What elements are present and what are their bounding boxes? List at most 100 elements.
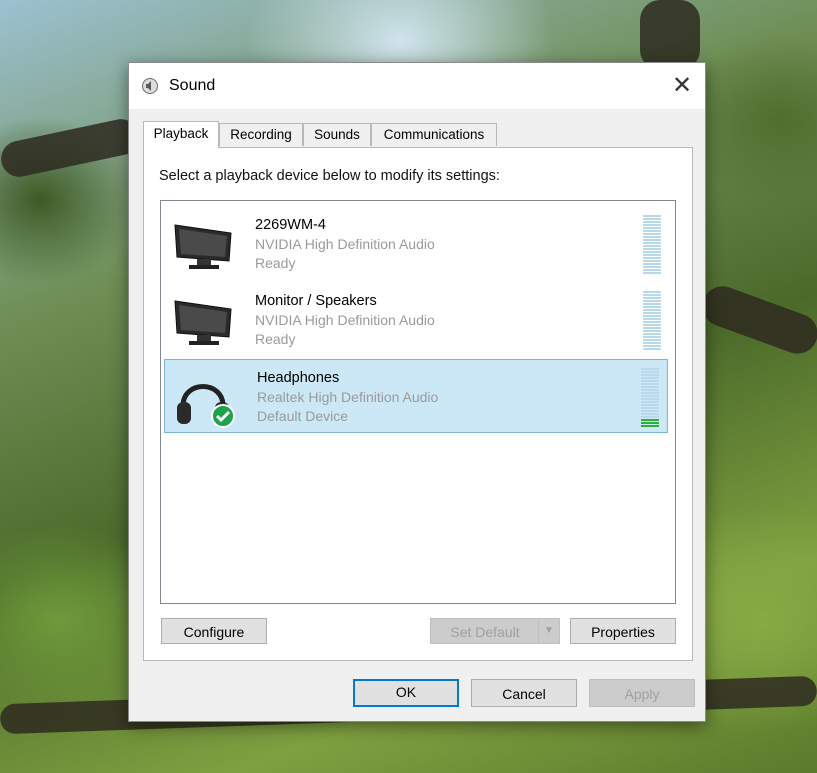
properties-button[interactable]: Properties bbox=[570, 618, 676, 644]
device-description: Realtek High Definition Audio bbox=[257, 389, 439, 405]
background-branch bbox=[0, 115, 143, 181]
meter-segment bbox=[641, 413, 659, 415]
meter-segment bbox=[643, 342, 661, 344]
meter-segment bbox=[641, 392, 659, 394]
meter-segment bbox=[641, 422, 659, 424]
meter-segment bbox=[643, 257, 661, 259]
device-name: 2269WM-4 bbox=[255, 217, 326, 233]
meter-segment bbox=[643, 242, 661, 244]
meter-segment bbox=[641, 386, 659, 388]
meter-segment bbox=[643, 294, 661, 296]
instruction-text: Select a playback device below to modify… bbox=[159, 168, 500, 184]
meter-segment bbox=[643, 269, 661, 271]
meter-segment bbox=[641, 368, 659, 370]
monitor-icon bbox=[174, 224, 232, 269]
tab-playback[interactable]: Playback bbox=[143, 121, 219, 148]
meter-segment bbox=[643, 215, 661, 217]
meter-segment bbox=[643, 260, 661, 262]
meter-segment bbox=[643, 330, 661, 332]
meter-segment bbox=[643, 224, 661, 226]
meter-segment bbox=[643, 266, 661, 268]
meter-segment bbox=[641, 410, 659, 412]
meter-segment bbox=[643, 251, 661, 253]
meter-segment bbox=[643, 297, 661, 299]
volume-meter bbox=[641, 368, 659, 428]
meter-segment bbox=[641, 419, 659, 421]
meter-segment bbox=[641, 380, 659, 382]
meter-segment bbox=[643, 291, 661, 293]
tab-recording[interactable]: Recording bbox=[219, 123, 303, 146]
meter-segment bbox=[641, 374, 659, 376]
meter-segment bbox=[641, 404, 659, 406]
meter-segment bbox=[643, 348, 661, 350]
meter-segment bbox=[643, 300, 661, 302]
meter-segment bbox=[643, 263, 661, 265]
meter-segment bbox=[643, 318, 661, 320]
meter-segment bbox=[641, 425, 659, 427]
meter-segment bbox=[641, 416, 659, 418]
headphones-icon bbox=[177, 384, 235, 428]
device-status: Default Device bbox=[257, 408, 349, 424]
meter-segment bbox=[643, 254, 661, 256]
meter-segment bbox=[643, 327, 661, 329]
configure-button[interactable]: Configure bbox=[161, 618, 267, 644]
meter-segment bbox=[643, 339, 661, 341]
set-default-label: Set Default bbox=[450, 624, 520, 640]
meter-segment bbox=[643, 312, 661, 314]
window-title: Sound bbox=[169, 77, 216, 94]
meter-segment bbox=[643, 309, 661, 311]
meter-segment bbox=[643, 236, 661, 238]
meter-segment bbox=[643, 248, 661, 250]
meter-segment bbox=[641, 395, 659, 397]
chevron-down-icon[interactable]: ▼ bbox=[538, 619, 559, 643]
apply-button[interactable]: Apply bbox=[589, 679, 695, 707]
meter-segment bbox=[643, 321, 661, 323]
tab-communications[interactable]: Communications bbox=[371, 123, 497, 146]
meter-segment bbox=[641, 377, 659, 379]
monitor-icon bbox=[174, 300, 232, 345]
meter-segment bbox=[643, 230, 661, 232]
background-branch bbox=[696, 280, 817, 360]
playback-panel: Select a playback device below to modify… bbox=[143, 147, 693, 661]
meter-segment bbox=[643, 227, 661, 229]
meter-segment bbox=[641, 383, 659, 385]
meter-segment bbox=[643, 272, 661, 274]
device-description: NVIDIA High Definition Audio bbox=[255, 312, 435, 328]
device-list[interactable]: 2269WM-4 NVIDIA High Definition Audio Re… bbox=[160, 200, 676, 604]
device-status: Ready bbox=[255, 331, 296, 347]
volume-meter bbox=[643, 215, 661, 275]
ok-button[interactable]: OK bbox=[353, 679, 459, 707]
meter-segment bbox=[643, 336, 661, 338]
device-name: Monitor / Speakers bbox=[255, 293, 377, 309]
device-item-headphones[interactable]: Headphones Realtek High Definition Audio… bbox=[164, 359, 668, 433]
meter-segment bbox=[643, 218, 661, 220]
meter-segment bbox=[643, 333, 661, 335]
cancel-button[interactable]: Cancel bbox=[471, 679, 577, 707]
meter-segment bbox=[643, 345, 661, 347]
device-description: NVIDIA High Definition Audio bbox=[255, 236, 435, 252]
device-item-monitor-speakers[interactable]: Monitor / Speakers NVIDIA High Definitio… bbox=[163, 283, 669, 355]
meter-segment bbox=[643, 306, 661, 308]
meter-segment bbox=[641, 389, 659, 391]
set-default-button[interactable]: Set Default ▼ bbox=[430, 618, 560, 644]
meter-segment bbox=[643, 221, 661, 223]
meter-segment bbox=[641, 371, 659, 373]
meter-segment bbox=[643, 239, 661, 241]
device-status: Ready bbox=[255, 255, 296, 271]
device-item-2269wm-4[interactable]: 2269WM-4 NVIDIA High Definition Audio Re… bbox=[163, 207, 669, 279]
title-bar: Sound ✕ bbox=[129, 63, 705, 109]
meter-segment bbox=[641, 398, 659, 400]
meter-segment bbox=[641, 407, 659, 409]
sound-dialog: Sound ✕ Playback Recording Sounds Commun… bbox=[128, 62, 706, 722]
meter-segment bbox=[643, 324, 661, 326]
close-icon[interactable]: ✕ bbox=[659, 63, 705, 109]
meter-segment bbox=[643, 315, 661, 317]
meter-segment bbox=[643, 303, 661, 305]
volume-meter bbox=[643, 291, 661, 351]
background-branch bbox=[640, 0, 700, 70]
meter-segment bbox=[643, 245, 661, 247]
meter-segment bbox=[643, 233, 661, 235]
tab-sounds[interactable]: Sounds bbox=[303, 123, 371, 146]
meter-segment bbox=[641, 401, 659, 403]
speaker-icon bbox=[142, 78, 158, 94]
